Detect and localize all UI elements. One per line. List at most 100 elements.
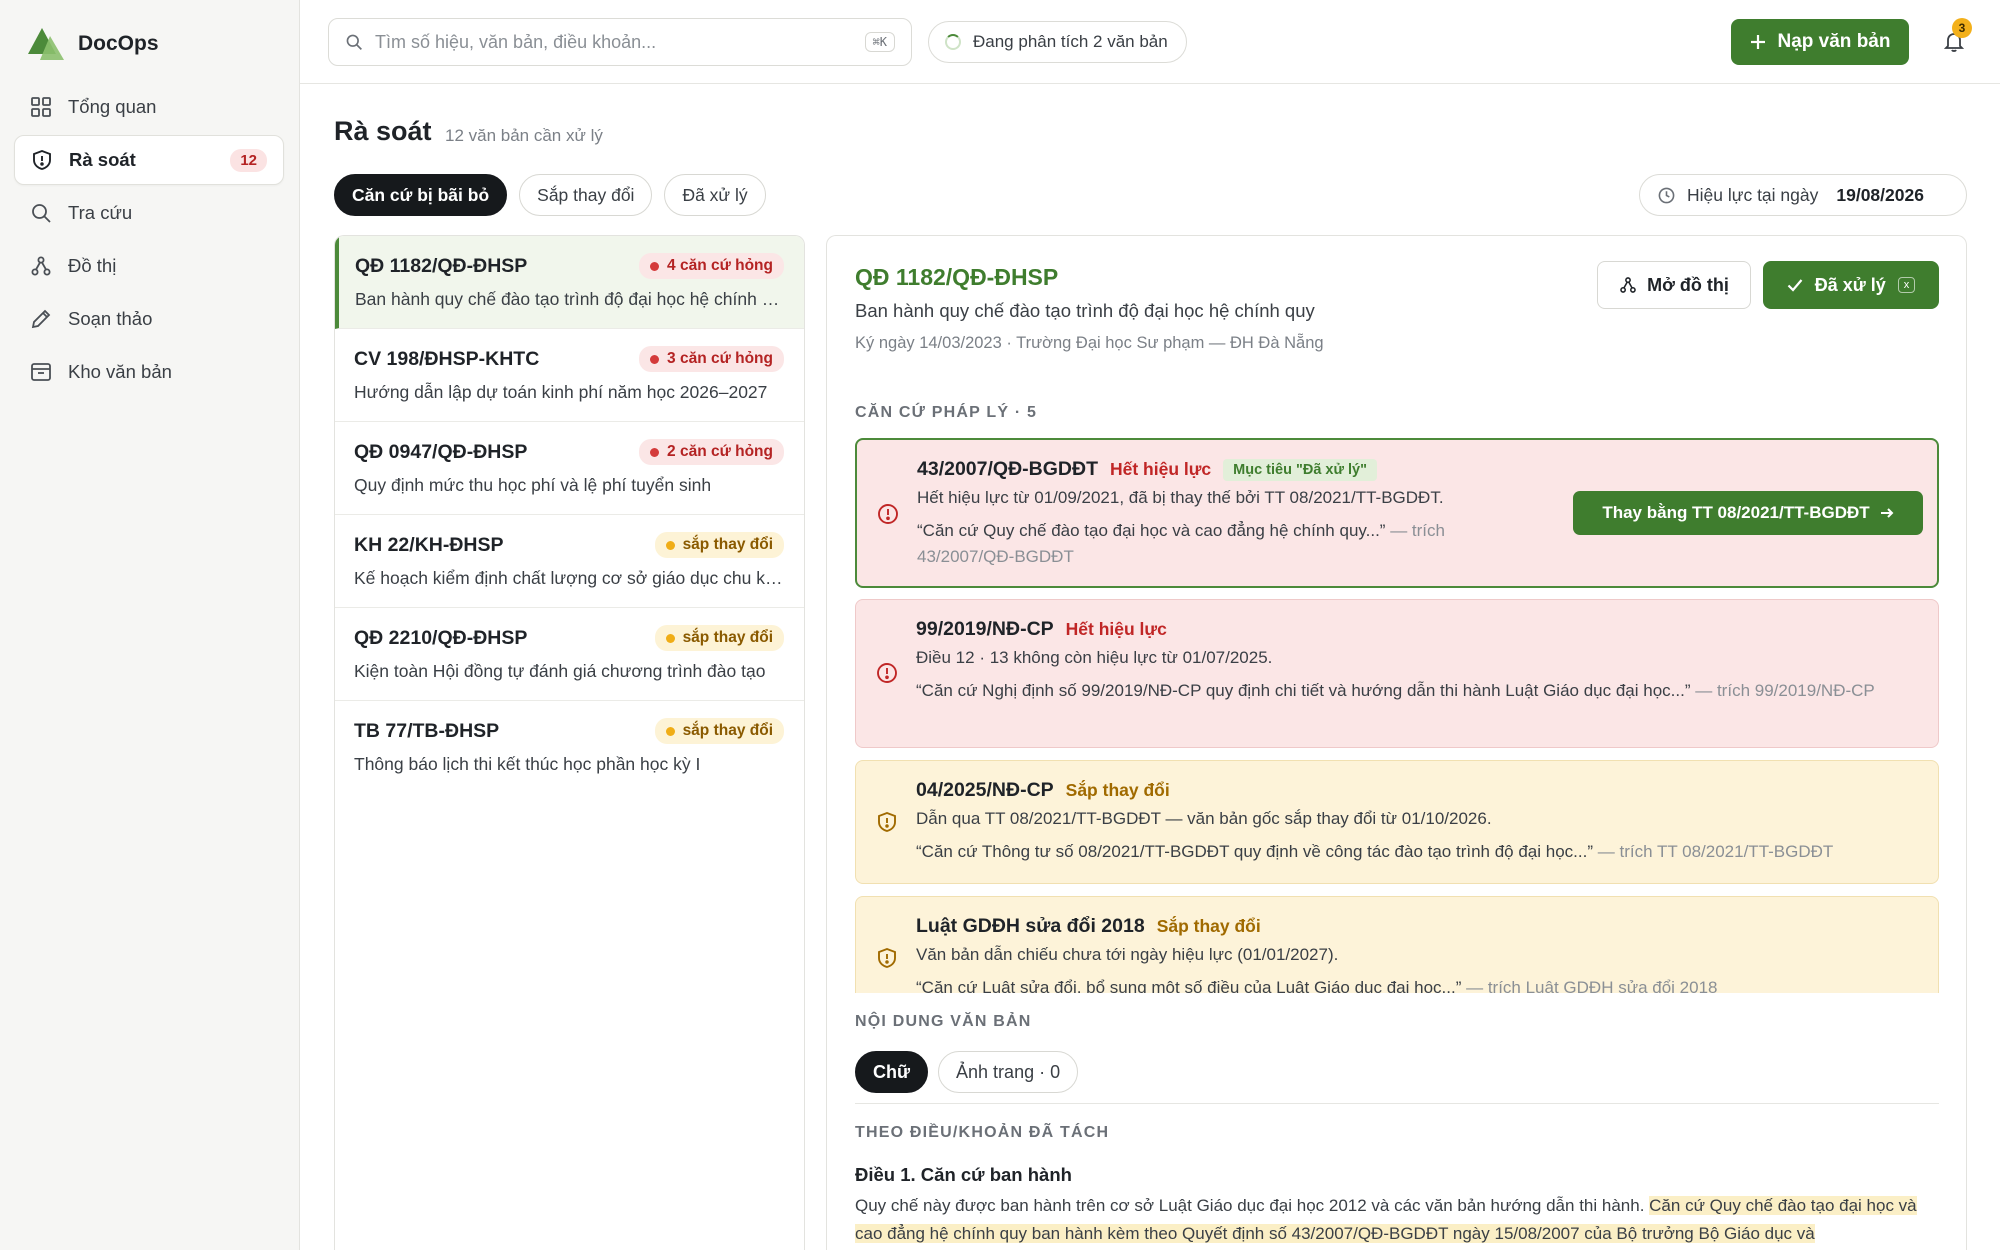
grid-icon (31, 97, 51, 117)
list-item[interactable]: CV 198/ĐHSP-KHTC 3 căn cứ hỏng Hướng dẫn… (335, 329, 804, 422)
sidebar-item-label: Đồ thị (68, 255, 117, 276)
replace-basis-label: Thay bằng TT 08/2021/TT-BGDĐT (1602, 503, 1870, 522)
shield-icon (33, 149, 51, 170)
sidebar: DocOps Tổng quan Rà soát 12 Tra cứu Đồ t… (0, 0, 300, 1250)
basis-quote-source: — trích Luật GDĐH sửa đổi 2018 (1466, 978, 1718, 993)
notification-count-badge: 3 (1952, 18, 1972, 38)
sidebar-item-lookup[interactable]: Tra cứu (14, 188, 284, 238)
status-badge-text: 3 căn cứ hỏng (667, 350, 773, 367)
status-badge: 2 căn cứ hỏng (639, 439, 784, 465)
legal-basis-card[interactable]: 04/2025/NĐ-CP Sắp thay đổi Dẫn qua TT 08… (855, 760, 1939, 884)
document-code: KH 22/KH-ĐHSP (354, 533, 504, 556)
legal-basis-card[interactable]: Luật GDĐH sửa đổi 2018 Sắp thay đổi Văn … (855, 896, 1939, 993)
filter-tab-upcoming-change[interactable]: Sắp thay đổi (519, 174, 653, 216)
effective-date-picker[interactable]: Hiệu lực tại ngày 19/08/2026 (1639, 174, 1967, 216)
list-item[interactable]: QĐ 1182/QĐ-ĐHSP 4 căn cứ hỏng Ban hành q… (335, 236, 804, 329)
clock-icon (1658, 187, 1675, 203)
amber-dot-icon (665, 726, 675, 736)
upload-document-button[interactable]: Nạp văn bản (1731, 19, 1909, 65)
basis-quote-source: — trích 99/2019/NĐ-CP (1695, 681, 1875, 700)
amber-dot-icon (665, 540, 675, 550)
articles-heading: THEO ĐIỀU/KHOẢN ĐÃ TÁCH (855, 1124, 1110, 1141)
document-code: QĐ 1182/QĐ-ĐHSP (355, 254, 528, 277)
basis-quote: “Căn cứ Thông tư số 08/2021/TT-BGDĐT quy… (916, 839, 1926, 865)
status-badge-text: sắp thay đổi (682, 722, 773, 739)
archive-icon (31, 363, 51, 381)
shield-alert-icon (878, 947, 896, 968)
sidebar-item-label: Tra cứu (68, 202, 133, 223)
target-tag: Mục tiêu "Đã xử lý" (1223, 458, 1377, 481)
pencil-icon (31, 309, 51, 329)
legal-basis-heading: CĂN CỨ PHÁP LÝ · 5 (855, 404, 1038, 421)
basis-note: Dẫn qua TT 08/2021/TT-BGDĐT — văn bản gố… (916, 809, 1492, 828)
status-badge: 4 căn cứ hỏng (639, 253, 784, 279)
basis-note: Văn bản dẫn chiếu chưa tới ngày hiệu lực… (916, 945, 1339, 964)
list-item[interactable]: KH 22/KH-ĐHSP sắp thay đổi Kế hoạch kiểm… (335, 515, 804, 608)
plus-icon (1750, 35, 1765, 49)
document-content-heading: NỘI DUNG VĂN BẢN (855, 1013, 1032, 1030)
article-body: Quy chế này được ban hành trên cơ sở Luậ… (855, 1192, 1939, 1248)
basis-code: 43/2007/QĐ-BGDĐT (917, 458, 1098, 480)
basis-code: Luật GDĐH sửa đổi 2018 (916, 915, 1145, 937)
article-title: Điều 1. Căn cứ ban hành (855, 1164, 1072, 1185)
effective-date-value: 19/08/2026 (1836, 184, 1924, 205)
sidebar-item-label: Rà soát (69, 149, 136, 170)
status-badge: sắp thay đổi (654, 532, 784, 558)
search-box[interactable]: ⌘K (328, 18, 912, 66)
analysis-status-pill: Đang phân tích 2 văn bản (928, 21, 1187, 63)
graph-icon (31, 256, 51, 276)
document-description: Thông báo lịch thi kết thúc học phần học… (354, 754, 701, 774)
spinner-icon (945, 34, 961, 50)
top-bar: ⌘K Đang phân tích 2 văn bản Nạp văn bản … (300, 0, 2000, 84)
legal-basis-list[interactable]: 43/2007/QĐ-BGDĐT Hết hiệu lực Mục tiêu "… (855, 438, 1939, 993)
open-graph-button[interactable]: Mở đồ thị (1597, 261, 1751, 309)
tab-text[interactable]: Chữ (855, 1051, 929, 1093)
basis-quote: “Căn cứ Nghị định số 99/2019/NĐ-CP quy đ… (916, 678, 1920, 704)
legal-basis-card[interactable]: 43/2007/QĐ-BGDĐT Hết hiệu lực Mục tiêu "… (855, 438, 1939, 588)
basis-quote: “Căn cứ Luật sửa đổi, bổ sung một số điề… (916, 975, 1926, 993)
sidebar-item-overview[interactable]: Tổng quan (14, 82, 284, 132)
sidebar-item-compose[interactable]: Soạn thảo (14, 294, 284, 344)
document-code: TB 77/TB-ĐHSP (354, 719, 500, 742)
content-view-tabs: Chữ Ảnh trang · 0 (855, 1051, 1079, 1093)
filter-tabs: Căn cứ bị bãi bỏ Sắp thay đổi Đã xử lý (334, 174, 766, 216)
red-dot-icon (650, 261, 660, 271)
filter-tab-repealed-basis[interactable]: Căn cứ bị bãi bỏ (334, 174, 508, 216)
sidebar-item-label: Kho văn bản (68, 361, 172, 382)
filter-tab-resolved[interactable]: Đã xử lý (664, 174, 766, 216)
document-description: Kiện toàn Hội đồng tự đánh giá chương tr… (354, 661, 766, 681)
check-icon (1787, 279, 1803, 292)
basis-quote-text: “Căn cứ Thông tư số 08/2021/TT-BGDĐT quy… (916, 842, 1594, 861)
review-count-badge: 12 (230, 148, 267, 172)
sidebar-item-archive[interactable]: Kho văn bản (14, 347, 284, 397)
document-code: QĐ 2210/QĐ-ĐHSP (354, 626, 528, 649)
basis-note: Hết hiệu lực từ 01/09/2021, đã bị thay t… (917, 488, 1444, 507)
article-text: Quy chế này được ban hành trên cơ sở Luậ… (855, 1196, 1645, 1215)
brand[interactable]: DocOps (28, 26, 159, 62)
document-code: CV 198/ĐHSP-KHTC (354, 347, 540, 370)
list-item[interactable]: QĐ 0947/QĐ-ĐHSP 2 căn cứ hỏng Quy định m… (335, 422, 804, 515)
document-list: QĐ 1182/QĐ-ĐHSP 4 căn cứ hỏng Ban hành q… (334, 235, 805, 1250)
basis-status: Sắp thay đổi (1065, 780, 1170, 800)
tab-page-images[interactable]: Ảnh trang · 0 (938, 1051, 1079, 1093)
divider (855, 1103, 1939, 1104)
open-graph-label: Mở đồ thị (1647, 274, 1729, 295)
sidebar-item-graph[interactable]: Đồ thị (14, 241, 284, 291)
red-dot-icon (650, 447, 660, 457)
detail-document-title: Ban hành quy chế đào tạo trình độ đại họ… (855, 300, 1315, 321)
mark-resolved-shortcut: x (1897, 277, 1916, 293)
list-item[interactable]: TB 77/TB-ĐHSP sắp thay đổi Thông báo lịc… (335, 701, 804, 794)
list-item[interactable]: QĐ 2210/QĐ-ĐHSP sắp thay đổi Kiện toàn H… (335, 608, 804, 701)
red-dot-icon (650, 354, 660, 364)
replace-basis-button[interactable]: Thay bằng TT 08/2021/TT-BGDĐT (1573, 491, 1923, 535)
legal-basis-card[interactable]: 99/2019/NĐ-CP Hết hiệu lực Điều 12 · 13 … (855, 599, 1939, 748)
effective-date-label: Hiệu lực tại ngày (1687, 184, 1819, 205)
detail-document-meta: Ký ngày 14/03/2023 · Trường Đại học Sư p… (855, 334, 1324, 352)
basis-quote: “Căn cứ Quy chế đào tạo đại học và cao đ… (917, 518, 1487, 570)
sidebar-item-review[interactable]: Rà soát 12 (14, 135, 284, 185)
graph-icon (1620, 277, 1636, 293)
status-badge-text: 4 căn cứ hỏng (667, 257, 773, 274)
mark-resolved-button[interactable]: Đã xử lý x (1763, 261, 1939, 309)
status-badge-text: 2 căn cứ hỏng (667, 443, 773, 460)
search-input[interactable] (375, 31, 853, 53)
